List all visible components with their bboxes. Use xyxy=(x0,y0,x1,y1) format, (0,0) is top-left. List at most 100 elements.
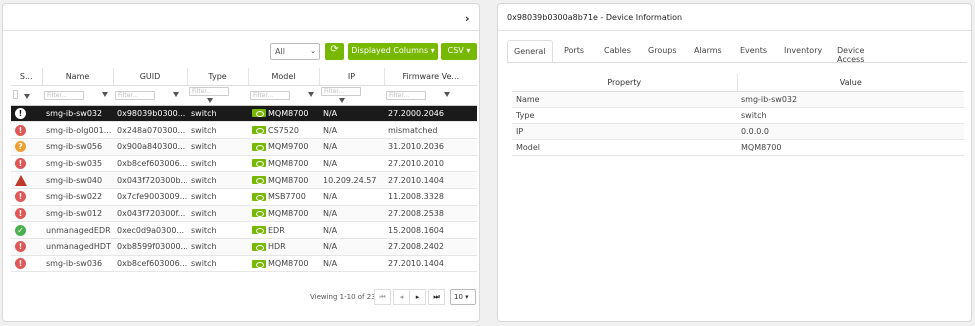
filter-funnel-icon[interactable] xyxy=(207,97,213,103)
column-header[interactable]: S... xyxy=(11,68,43,86)
model-cell: MQM8700 xyxy=(248,171,319,189)
column-header[interactable]: Model xyxy=(248,68,320,86)
table-row[interactable]: ! smg-ib-sw036 0xb8cef603006... switch MQM87… xyxy=(11,255,477,273)
ip-text: N/A xyxy=(323,192,338,202)
table-row[interactable]: smg-ib-sw040 0x043f720300b... switch MQM870… xyxy=(11,171,477,189)
type-text: switch xyxy=(191,158,217,168)
page-size-select[interactable]: 10 ▾ xyxy=(450,289,476,305)
table-row[interactable]: ! smg-ib-sw035 0xb8cef603006... switch MQM87… xyxy=(11,155,477,173)
guid-cell: 0xec0d9a0300... xyxy=(113,221,187,239)
properties-body: Name smg-ib-sw032 Type switch IP 0.0.0.0 Model… xyxy=(512,91,964,156)
filter-funnel-icon[interactable] xyxy=(444,92,450,97)
filter-input[interactable]: Filter... xyxy=(189,86,229,96)
name-text: smg-ib-sw012 xyxy=(46,208,103,218)
filter-funnel-icon[interactable] xyxy=(24,93,30,99)
ip-cell: 10.209.24.57 xyxy=(319,171,384,189)
name-text: smg-ib-sw032 xyxy=(46,108,103,118)
severity-cell: ! xyxy=(11,121,42,139)
last-page-button[interactable]: ⏭ xyxy=(428,289,445,305)
table-row[interactable]: ! smg-ib-olg001... 0x248a070300... switch CS… xyxy=(11,121,477,139)
firmware-text: 27.2008.2538 xyxy=(388,208,444,218)
severity-cell: ! xyxy=(11,188,42,206)
tab-alarms[interactable]: Alarms xyxy=(694,40,722,63)
info-white-icon: ! xyxy=(15,107,26,119)
tab-device-access[interactable]: Device Access xyxy=(837,40,864,64)
model-cell: HDR xyxy=(248,238,319,256)
firmware-text: 15.2008.1604 xyxy=(388,225,444,235)
severity-cell: ✓ xyxy=(11,221,42,239)
csv-button[interactable]: CSV ▾ xyxy=(441,43,477,60)
name-text: unmanagedEDR xyxy=(46,225,111,235)
table-row[interactable]: ✓ unmanagedEDR 0xec0d9a0300... switch EDR N/A… xyxy=(11,221,477,239)
filter-funnel-icon[interactable] xyxy=(339,97,345,103)
table-row[interactable]: ! smg-ib-sw032 0x98039b0300... switch MQM870… xyxy=(11,105,477,123)
filter-input[interactable]: Filter... xyxy=(321,86,361,96)
column-header[interactable]: Firmware Ve... xyxy=(384,68,477,86)
column-filter-cell: Filter... xyxy=(384,85,477,106)
type-cell: switch xyxy=(187,238,248,256)
name-text: smg-ib-sw022 xyxy=(46,192,103,202)
nvidia-logo-icon xyxy=(252,259,266,268)
table-row[interactable]: ! smg-ib-sw012 0x043f720300f... switch MQM87… xyxy=(11,205,477,223)
model-cell: MQM8700 xyxy=(248,155,319,173)
model-cell: MQM8700 xyxy=(248,255,319,273)
alert-triangle-icon xyxy=(15,174,27,186)
table-row[interactable]: ! smg-ib-sw022 0x7cfe9003009... switch MSB77… xyxy=(11,188,477,206)
tab-general[interactable]: General xyxy=(507,40,553,63)
next-page-button[interactable]: ▸ xyxy=(409,289,426,305)
guid-text: 0x98039b0300... xyxy=(117,108,186,118)
ip-text: N/A xyxy=(323,108,338,118)
model-cell: MQM8700 xyxy=(248,205,319,223)
displayed-columns-button[interactable]: Displayed Columns ▾ xyxy=(348,43,438,60)
nvidia-logo-icon xyxy=(252,109,266,118)
filter-funnel-icon[interactable] xyxy=(308,92,314,97)
firmware-cell: 27.2000.2046 xyxy=(384,105,477,123)
critical-icon: ! xyxy=(15,258,26,270)
tab-events[interactable]: Events xyxy=(740,40,767,63)
filter-funnel-icon[interactable] xyxy=(173,92,179,97)
type-text: switch xyxy=(191,225,217,235)
tab-inventory[interactable]: Inventory xyxy=(784,40,822,63)
filter-input[interactable]: Filter... xyxy=(44,91,84,100)
guid-cell: 0x043f720300b... xyxy=(113,171,187,189)
type-cell: switch xyxy=(187,155,248,173)
filter-select[interactable]: All ⌄ xyxy=(270,43,320,60)
refresh-button[interactable]: ⟳ xyxy=(325,43,344,60)
firmware-cell: 27.2008.2538 xyxy=(384,205,477,223)
severity-cell: ! xyxy=(11,255,42,273)
name-text: unmanagedHDT xyxy=(46,242,111,252)
table-row[interactable]: ? smg-ib-sw056 0x900a840300... switch MQM970… xyxy=(11,138,477,156)
firmware-cell: 27.2010.1404 xyxy=(384,171,477,189)
tab-groups[interactable]: Groups xyxy=(648,40,677,63)
previous-page-button[interactable]: ◂ xyxy=(393,289,410,305)
filter-input[interactable]: Filter... xyxy=(386,91,426,100)
property-cell: Model xyxy=(512,139,737,156)
column-header[interactable]: GUID xyxy=(113,68,188,86)
tab-cables[interactable]: Cables xyxy=(604,40,631,63)
table-row[interactable]: ! unmanagedHDT 0xb8599f03000... switch HDR N/… xyxy=(11,238,477,256)
severity-cell: ! xyxy=(11,105,42,123)
filter-input[interactable]: Filter... xyxy=(250,91,290,100)
table-header-row: S... Name GUID Type Model IP Firmware Ve... xyxy=(11,68,477,86)
first-page-button[interactable]: ⏮ xyxy=(374,289,391,305)
column-header[interactable]: Type xyxy=(187,68,249,86)
model-text: MQM8700 xyxy=(268,259,309,269)
critical-icon: ! xyxy=(15,207,26,219)
filter-input[interactable]: Filter... xyxy=(115,91,155,100)
chevron-right-icon[interactable]: › xyxy=(465,12,470,25)
table-body: ! smg-ib-sw032 0x98039b0300... switch MQM870… xyxy=(11,105,477,273)
type-cell: switch xyxy=(187,121,248,139)
type-text: switch xyxy=(191,192,217,202)
model-text: EDR xyxy=(268,225,285,235)
chevron-down-icon: ⌄ xyxy=(310,47,316,55)
column-header[interactable]: Name xyxy=(42,68,114,86)
ip-text: N/A xyxy=(323,259,338,269)
name-text: smg-ib-olg001... xyxy=(46,125,112,135)
critical-icon: ! xyxy=(15,124,26,136)
column-header[interactable]: IP xyxy=(319,68,385,86)
filter-checkbox[interactable] xyxy=(13,89,18,99)
tab-ports[interactable]: Ports xyxy=(564,40,584,63)
critical-icon: ! xyxy=(15,241,26,253)
name-cell: smg-ib-sw032 xyxy=(42,105,113,123)
filter-funnel-icon[interactable] xyxy=(102,92,108,97)
